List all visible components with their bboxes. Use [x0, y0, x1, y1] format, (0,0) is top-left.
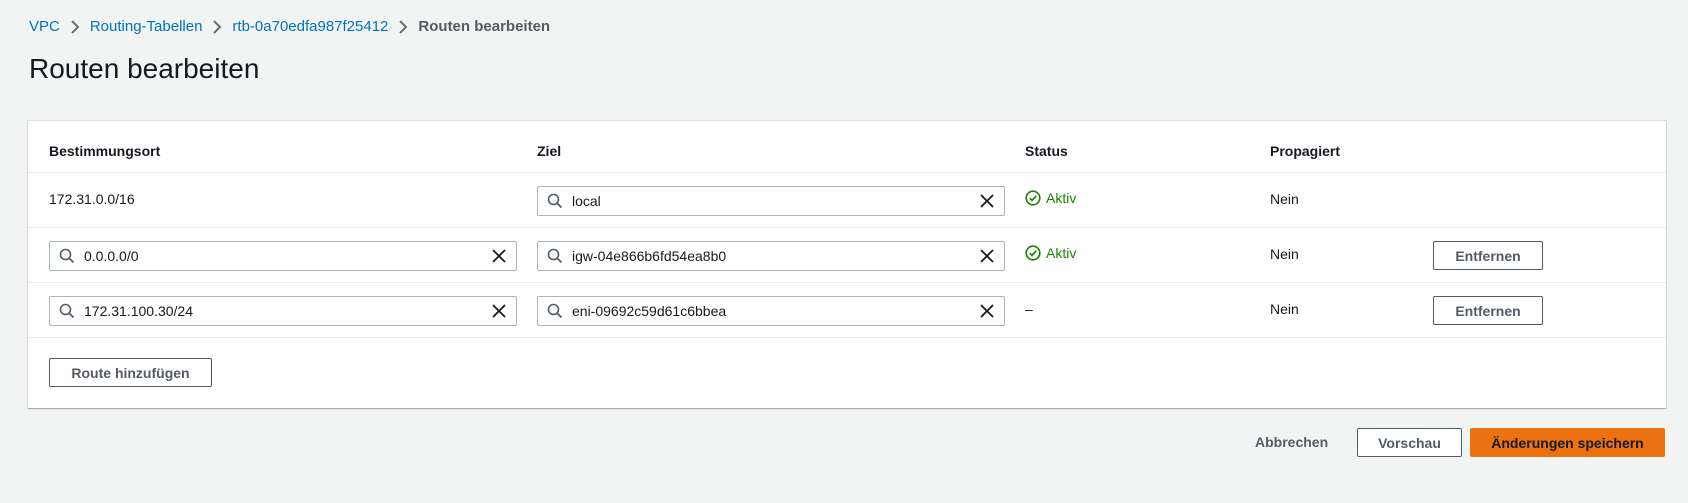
clear-icon[interactable]	[482, 242, 516, 270]
breadcrumb-link-route-table[interactable]: rtb-0a70edfa987f25412	[232, 18, 388, 35]
clear-icon[interactable]	[970, 242, 1004, 270]
target-input[interactable]	[537, 296, 1005, 326]
propagated-value: Nein	[1270, 301, 1299, 317]
clear-icon[interactable]	[482, 297, 516, 325]
header-target: Ziel	[537, 143, 562, 159]
propagated-value: Nein	[1270, 246, 1299, 262]
clear-icon[interactable]	[970, 187, 1004, 215]
page-title: Routen bearbeiten	[29, 53, 260, 84]
search-icon	[50, 248, 84, 264]
target-input[interactable]	[537, 186, 1005, 216]
row-divider	[28, 227, 1666, 228]
routes-table-panel: Bestimmungsort Ziel Status Propagiert 17…	[28, 121, 1666, 408]
destination-input[interactable]	[49, 241, 517, 271]
search-icon	[538, 303, 572, 319]
check-circle-icon	[1025, 190, 1041, 206]
status-text: –	[1025, 301, 1033, 317]
chevron-right-icon	[202, 19, 232, 34]
row-divider	[28, 172, 1666, 173]
breadcrumb-link-vpc[interactable]: VPC	[29, 18, 60, 35]
clear-icon[interactable]	[970, 297, 1004, 325]
destination-input-value[interactable]	[84, 303, 482, 319]
propagated-value: Nein	[1270, 191, 1299, 207]
add-route-button[interactable]: Route hinzufügen	[49, 358, 212, 387]
breadcrumb-link-routing-tables[interactable]: Routing-Tabellen	[90, 18, 203, 35]
header-propagated: Propagiert	[1270, 143, 1341, 159]
destination-input[interactable]	[49, 296, 517, 326]
destination-value: 172.31.0.0/16	[49, 191, 135, 207]
cancel-button[interactable]: Abbrechen	[1255, 434, 1328, 450]
check-circle-icon	[1025, 245, 1041, 261]
target-input-value[interactable]	[572, 248, 970, 264]
chevron-right-icon	[60, 19, 90, 34]
remove-route-button[interactable]: Entfernen	[1433, 296, 1543, 325]
status-text: Aktiv	[1046, 190, 1077, 206]
breadcrumb: VPC Routing-Tabellen rtb-0a70edfa987f254…	[29, 18, 550, 35]
header-status: Status	[1025, 143, 1068, 159]
row-divider	[28, 282, 1666, 283]
search-icon	[538, 193, 572, 209]
breadcrumb-current: Routen bearbeiten	[418, 18, 551, 35]
status-text: Aktiv	[1046, 245, 1077, 261]
status-badge: Aktiv	[1025, 245, 1076, 261]
target-input-value[interactable]	[572, 193, 970, 209]
status-badge: Aktiv	[1025, 190, 1076, 206]
target-input[interactable]	[537, 241, 1005, 271]
target-input-value[interactable]	[572, 303, 970, 319]
row-divider	[28, 337, 1666, 338]
header-destination: Bestimmungsort	[49, 143, 161, 159]
search-icon	[538, 248, 572, 264]
destination-input-value[interactable]	[84, 248, 482, 264]
remove-route-button[interactable]: Entfernen	[1433, 241, 1543, 270]
save-changes-button[interactable]: Änderungen speichern	[1470, 428, 1665, 457]
chevron-right-icon	[388, 19, 418, 34]
preview-button[interactable]: Vorschau	[1357, 428, 1462, 457]
search-icon	[50, 303, 84, 319]
